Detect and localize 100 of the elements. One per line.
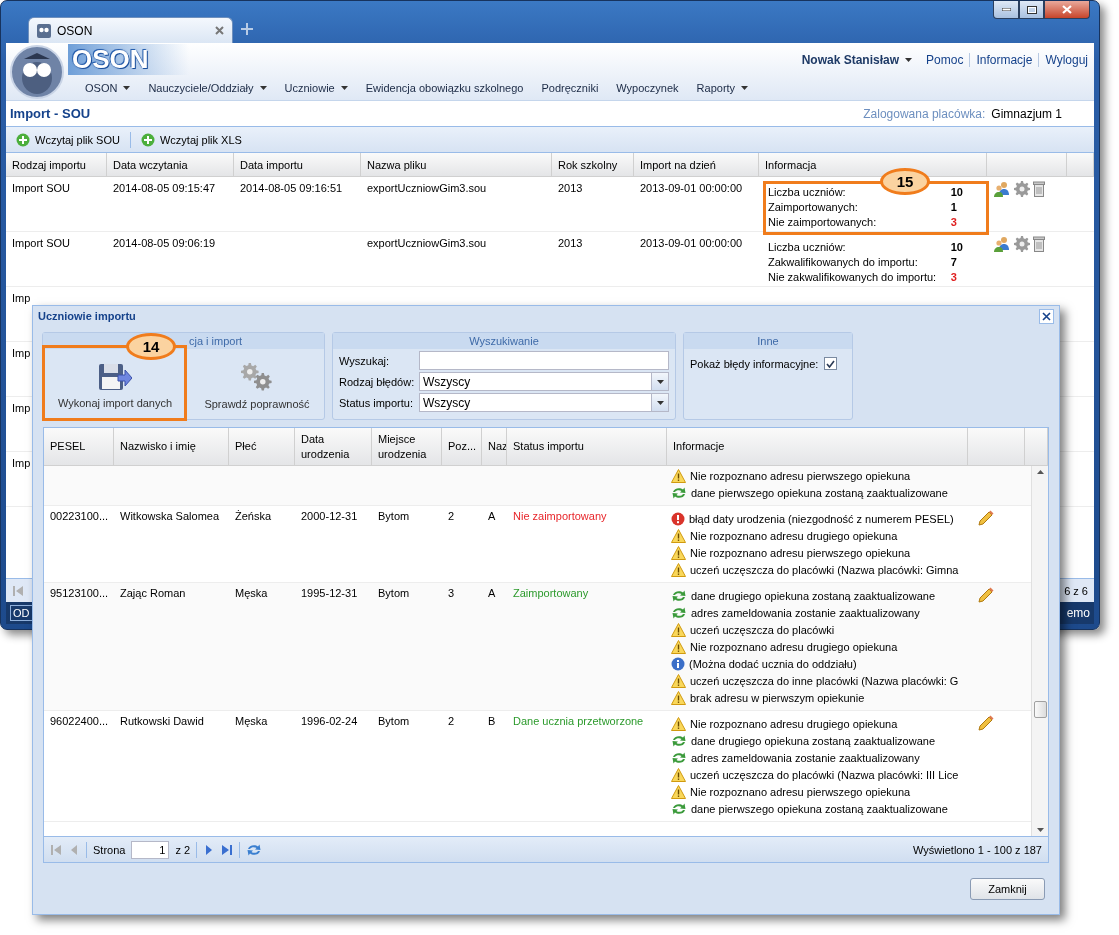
warning-icon (671, 639, 686, 654)
info-label: Liczba uczniów: (768, 186, 846, 198)
scroll-up-icon[interactable] (1036, 470, 1044, 474)
column-header[interactable]: Data importu (234, 153, 361, 177)
toolbar-button[interactable]: Wczytaj plik SOU (12, 132, 124, 147)
info-message: uczeń uczęszcza do inne placówki (Nazwa placówki: G (690, 674, 959, 687)
menu-item[interactable]: OSON (76, 82, 140, 95)
action-button[interactable]: Sprawdź poprawność (190, 361, 324, 411)
column-header[interactable]: Data urodzenia (295, 428, 372, 466)
menu-item[interactable]: Nauczyciele/Oddziały (139, 82, 276, 95)
column-header[interactable]: Import na dzień (634, 153, 759, 177)
search-field[interactable] (419, 351, 669, 370)
table-cell: A (488, 510, 496, 522)
pencil-icon[interactable] (978, 587, 994, 603)
column-header[interactable]: Informacje (667, 428, 968, 466)
last-page-icon[interactable] (221, 843, 234, 856)
menu-item[interactable]: Uczniowie (275, 82, 357, 95)
close-icon[interactable] (215, 26, 224, 35)
table-cell: 2013-09-01 00:00:00 (640, 182, 743, 194)
action-button[interactable]: Wykonaj import danych (48, 361, 182, 411)
select-field[interactable]: Wszyscy (419, 393, 669, 412)
maximize-button[interactable] (1019, 1, 1044, 19)
close-icon (1062, 5, 1072, 14)
column-header[interactable]: Miejsce urodzenia (372, 428, 442, 466)
browser-tab[interactable]: OSON (28, 17, 233, 43)
info-value: 10 (950, 186, 963, 198)
sync-icon (671, 733, 687, 748)
column-header[interactable]: Nazwa pliku (361, 153, 552, 177)
add-icon (16, 132, 30, 147)
error-icon (671, 511, 685, 526)
users-icon (993, 236, 1011, 252)
gear-icon (1014, 181, 1030, 197)
menu-item[interactable]: Podręczniki (532, 82, 608, 95)
sync-icon (671, 605, 687, 620)
table-cell: 2 (448, 715, 455, 727)
header-link[interactable]: Pomoc (920, 52, 970, 67)
scrollbar[interactable] (1031, 466, 1048, 836)
table-cell: 2014-08-05 09:06:19 (113, 237, 216, 249)
page-field[interactable]: 1 (131, 840, 170, 859)
minimize-button[interactable] (993, 1, 1019, 19)
menu-item[interactable]: Ewidencja obowiązku szkolnego (356, 82, 533, 95)
table-cell: 2000-12-31 (301, 510, 358, 522)
header-link[interactable]: Informacje (969, 52, 1039, 67)
info-value: 1 (950, 201, 958, 213)
pencil-icon[interactable] (978, 715, 994, 731)
column-header[interactable]: Status importu (507, 428, 667, 466)
menu-item[interactable]: Wypoczynek (607, 82, 688, 95)
user-menu[interactable]: Nowak Stanisław (793, 52, 921, 67)
panel-legend: Inne (757, 335, 779, 347)
sync-icon (671, 801, 687, 816)
warning-icon (671, 673, 686, 688)
gear-icon (1014, 236, 1030, 252)
warning-icon (671, 562, 686, 577)
warning-icon (671, 528, 686, 543)
info-label: Zakwalifikowanych do importu: (768, 256, 918, 268)
table-cell: Bytom (378, 587, 410, 599)
table-cell: Imp (12, 402, 31, 414)
column-header[interactable]: Poz... (442, 428, 482, 466)
table-cell: 95123100... (50, 587, 109, 599)
info-value: 10 (950, 241, 963, 253)
close-button[interactable] (1039, 308, 1054, 324)
checkbox[interactable] (824, 357, 838, 370)
header-link[interactable]: Wyloguj (1038, 52, 1094, 67)
minimize-icon (1001, 8, 1011, 11)
users-icon (993, 181, 1011, 197)
field-label: Wyszukaj: (339, 354, 391, 367)
column-header[interactable]: Nazwisko i imię (114, 428, 229, 466)
status-text: emo (1066, 606, 1090, 620)
info-label: Nie zakwalifikowanych do importu: (768, 271, 937, 283)
close-dialog-button[interactable]: Zamknij (970, 877, 1045, 900)
import-status: Nie zaimportowany (513, 510, 607, 522)
column-header[interactable]: PESEL (44, 428, 114, 466)
scroll-down-icon[interactable] (1036, 828, 1044, 832)
table-cell: 96022400... (50, 715, 109, 727)
toolbar-button[interactable]: Wczytaj plik XLS (136, 132, 246, 147)
table-cell: Zając Roman (120, 587, 186, 599)
close-button[interactable] (1044, 1, 1090, 19)
column-header[interactable]: Data wczytania (107, 153, 234, 177)
table-cell: 2013 (558, 237, 583, 249)
sync-icon (671, 485, 687, 500)
new-tab-icon[interactable] (241, 23, 253, 35)
column-header[interactable]: Płeć (229, 428, 295, 466)
menu-item[interactable]: Raporty (687, 82, 758, 95)
caret-icon (340, 86, 348, 91)
column-header[interactable]: Rodzaj importu (6, 153, 107, 177)
column-header[interactable]: Rok szkolny (552, 153, 634, 177)
scrollbar-thumb[interactable] (1034, 701, 1047, 718)
import-status: Dane ucznia przetworzone (513, 715, 644, 727)
table-cell: 2013 (558, 182, 583, 194)
warning-icon (671, 767, 686, 782)
sync-icon (671, 750, 687, 765)
pencil-icon[interactable] (978, 510, 994, 526)
table-cell: Import SOU (12, 182, 71, 194)
select-field[interactable]: Wszyscy (419, 372, 669, 391)
table-cell: 3 (448, 587, 455, 599)
column-header[interactable]: Informacja (759, 153, 987, 177)
sync-icon (671, 588, 687, 603)
floppy-icon (98, 363, 132, 391)
table-cell: 1995-12-31 (301, 587, 358, 599)
warning-icon (671, 468, 686, 483)
